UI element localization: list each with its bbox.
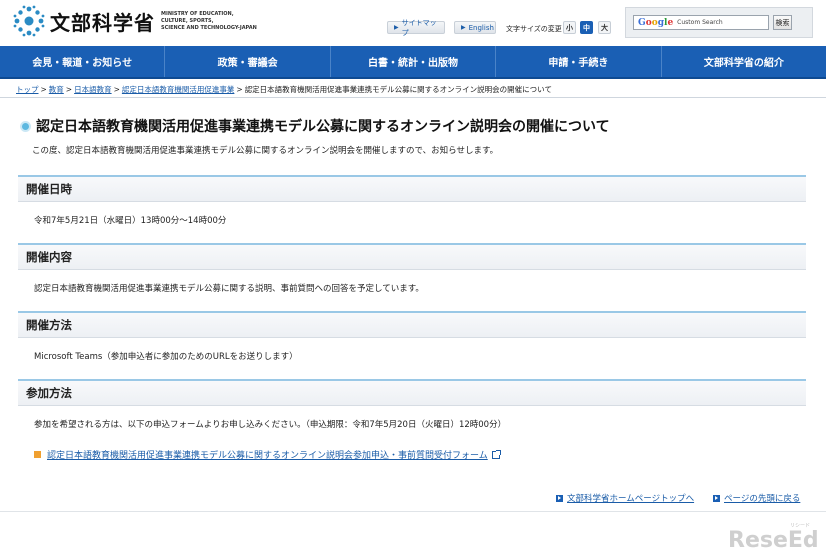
mext-logo-icon — [13, 5, 45, 37]
font-size-medium-button[interactable]: 中 — [580, 21, 593, 34]
section-body-content: 認定日本語教育機関活用促進事業連携モデル公募に関する説明、事前質問への回答を予定… — [34, 284, 424, 294]
nav-item-about[interactable]: 文部科学省の紹介 — [662, 46, 826, 77]
resed-watermark-logo: リシード ReseEd — [728, 523, 819, 550]
breadcrumb-link-education[interactable]: 教育 — [49, 85, 64, 94]
font-size-label: 文字サイズの変更 — [506, 25, 562, 33]
arrow-right-icon — [713, 494, 720, 502]
font-size-large-button[interactable]: 大 — [598, 21, 611, 34]
nav-item-applications[interactable]: 申請・手続き — [496, 46, 662, 77]
font-size-small-button[interactable]: 小 — [563, 21, 576, 34]
arrow-right-icon — [556, 494, 563, 502]
breadcrumb-link-top[interactable]: トップ — [16, 85, 39, 94]
logo-english-name: MINISTRY OF EDUCATION, CULTURE, SPORTS, … — [161, 10, 257, 31]
logo-title: 文部科学省 — [50, 10, 155, 35]
arrow-right-icon: ▶ — [461, 24, 466, 31]
nav-item-publications[interactable]: 白書・統計・出版物 — [331, 46, 497, 77]
nav-item-policy[interactable]: 政策・審議会 — [165, 46, 331, 77]
section-body-participation: 参加を希望される方は、以下の申込フォームよりお申し込みください。（申込期限：令和… — [34, 420, 507, 430]
breadcrumb-link-promotion-project[interactable]: 認定日本語教育機関活用促進事業 — [122, 85, 235, 94]
google-logo: Google — [638, 17, 674, 28]
breadcrumb: トップ > 教育 > 日本語教育 > 認定日本語教育機関活用促進事業 > 認定日本語教育機関活用… — [16, 85, 552, 94]
section-heading-method: 開催方法 — [18, 311, 806, 338]
search-placeholder: Custom Search — [677, 19, 723, 26]
home-top-link[interactable]: 文部科学省ホームページトップへ — [556, 492, 694, 504]
sitemap-button[interactable]: ▶ サイトマップ — [387, 19, 445, 37]
external-link-icon — [491, 449, 501, 459]
search-input[interactable]: Google Custom Search — [633, 15, 769, 30]
breadcrumb-current: 認定日本語教育機関活用促進事業連携モデル公募に関するオンライン説明会の開催につい… — [244, 85, 552, 94]
intro-text: この度、認定日本語教育機関活用促進事業連携モデル公募に関するオンライン説明会を開… — [32, 146, 499, 156]
svg-text:ReseEd: ReseEd — [728, 528, 819, 550]
divider — [0, 511, 826, 512]
mext-logo[interactable]: 文部科学省 MINISTRY OF EDUCATION, CULTURE, SP… — [12, 4, 257, 38]
section-heading-participation: 参加方法 — [18, 379, 806, 406]
search-box: Google Custom Search 検索 — [625, 7, 813, 38]
section-body-method: Microsoft Teams（参加申込者に参加のためのURLをお送りします） — [34, 352, 298, 362]
nav-item-press[interactable]: 会見・報道・お知らせ — [0, 46, 166, 77]
application-form-link[interactable]: 認定日本語教育機関活用促進事業連携モデル公募に関するオンライン説明会参加申込・事… — [34, 448, 501, 461]
orange-bullet-icon — [34, 451, 41, 458]
section-heading-date: 開催日時 — [18, 175, 806, 202]
divider — [0, 97, 826, 98]
search-button[interactable]: 検索 — [773, 15, 792, 30]
english-button[interactable]: ▶ English — [454, 21, 496, 34]
title-bullet-icon — [20, 120, 31, 132]
site-header: 文部科学省 MINISTRY OF EDUCATION, CULTURE, SP… — [0, 0, 826, 46]
arrow-right-icon: ▶ — [394, 24, 399, 31]
global-nav: 会見・報道・お知らせ 政策・審議会 白書・統計・出版物 申請・手続き 文部科学省… — [0, 46, 826, 79]
page-title: 認定日本語教育機関活用促進事業連携モデル公募に関するオンライン説明会の開催につい… — [20, 116, 610, 136]
breadcrumb-link-japanese-education[interactable]: 日本語教育 — [74, 85, 112, 94]
section-body-date: 令和7年5月21日（水曜日）13時00分～14時00分 — [34, 216, 227, 226]
page-top-link[interactable]: ページの先頭に戻る — [713, 492, 800, 504]
section-heading-content: 開催内容 — [18, 243, 806, 270]
